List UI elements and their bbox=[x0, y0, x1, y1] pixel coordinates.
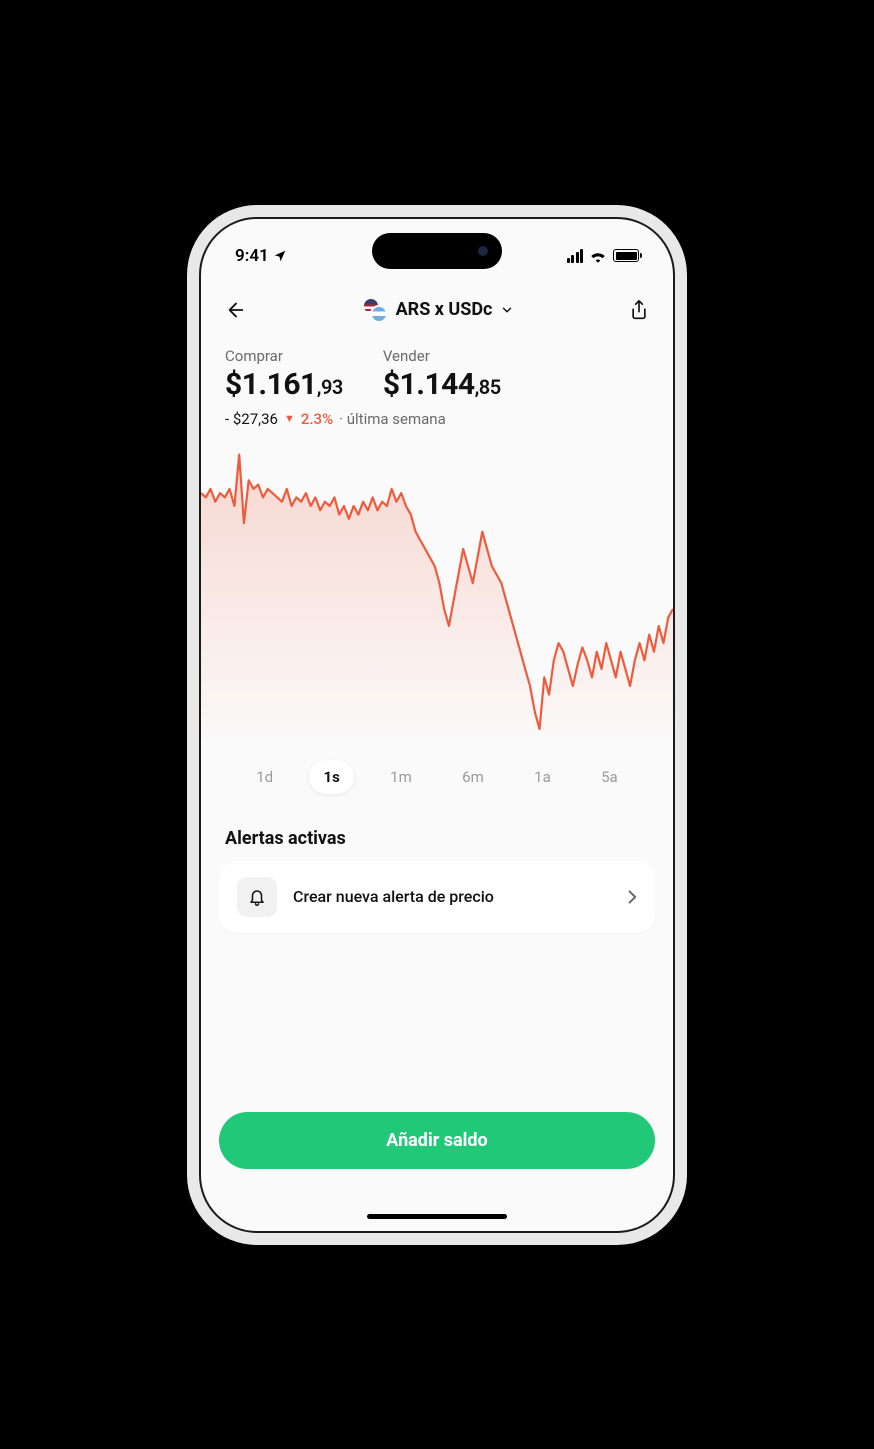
range-tabs: 1d 1s 1m 6m 1a 5a bbox=[201, 746, 673, 794]
create-alert-button[interactable]: Crear nueva alerta de precio bbox=[219, 861, 655, 933]
range-tab-1m[interactable]: 1m bbox=[376, 760, 426, 794]
screen: 9:41 ARS x USDc bbox=[199, 217, 675, 1233]
range-tab-1a[interactable]: 1a bbox=[520, 760, 565, 794]
wifi-icon bbox=[589, 249, 607, 263]
chevron-down-icon bbox=[500, 303, 514, 317]
arrow-left-icon bbox=[225, 299, 247, 321]
delta-period: · última semana bbox=[339, 410, 446, 428]
cellular-icon bbox=[567, 249, 584, 263]
battery-icon bbox=[613, 249, 639, 262]
delta-amount: - $27,36 bbox=[225, 410, 278, 428]
phone-frame: 9:41 ARS x USDc bbox=[187, 205, 687, 1245]
share-icon bbox=[629, 299, 649, 321]
pair-flags-icon bbox=[362, 297, 388, 323]
add-balance-button[interactable]: Añadir saldo bbox=[219, 1112, 655, 1169]
price-chart[interactable] bbox=[201, 446, 673, 746]
range-tab-6m[interactable]: 6m bbox=[448, 760, 498, 794]
status-time: 9:41 bbox=[235, 246, 269, 266]
buy-label: Comprar bbox=[225, 347, 343, 365]
buy-price: $1.161,93 bbox=[225, 367, 343, 402]
dynamic-island bbox=[372, 233, 502, 269]
pair-label: ARS x USDc bbox=[396, 299, 493, 320]
range-tab-1s[interactable]: 1s bbox=[309, 760, 353, 794]
triangle-down-icon: ▼ bbox=[284, 412, 295, 425]
share-button[interactable] bbox=[629, 299, 649, 321]
back-button[interactable] bbox=[225, 299, 247, 321]
delta-percent: 2.3% bbox=[301, 410, 333, 428]
location-icon bbox=[273, 249, 287, 263]
range-tab-1d[interactable]: 1d bbox=[242, 760, 287, 794]
bell-icon bbox=[237, 877, 277, 917]
sell-label: Vender bbox=[383, 347, 501, 365]
create-alert-label: Crear nueva alerta de precio bbox=[293, 887, 611, 906]
range-tab-5a[interactable]: 5a bbox=[587, 760, 632, 794]
home-indicator bbox=[367, 1214, 507, 1219]
price-summary: Comprar $1.161,93 Vender $1.144,85 bbox=[201, 333, 673, 402]
chevron-right-icon bbox=[627, 889, 637, 905]
sell-price: $1.144,85 bbox=[383, 367, 501, 402]
price-delta: - $27,36 ▼ 2.3% · última semana bbox=[201, 402, 673, 428]
pair-selector[interactable]: ARS x USDc bbox=[362, 297, 515, 323]
alerts-title: Alertas activas bbox=[201, 794, 673, 861]
header: ARS x USDc bbox=[201, 275, 673, 333]
